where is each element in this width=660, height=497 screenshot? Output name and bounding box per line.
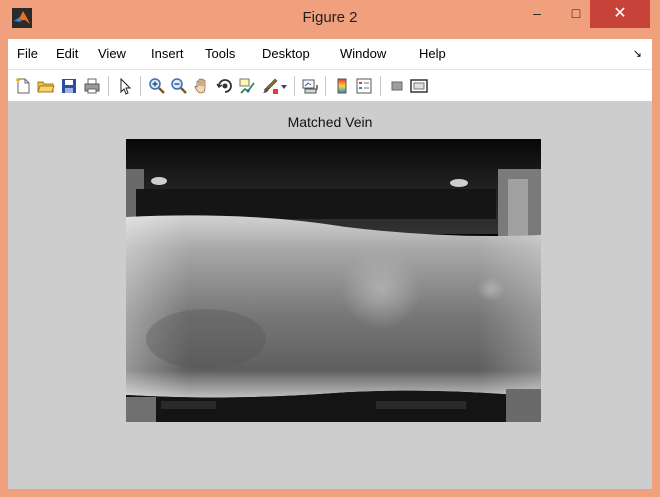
brush-icon[interactable] bbox=[261, 77, 279, 95]
figure-toolbar bbox=[8, 69, 652, 102]
close-button[interactable]: ✕ bbox=[590, 0, 650, 28]
menu-help[interactable]: Help bbox=[419, 46, 446, 61]
link-plot-icon[interactable] bbox=[301, 77, 319, 95]
hide-plot-tools-icon[interactable] bbox=[388, 77, 406, 95]
vein-image-graphic bbox=[126, 139, 541, 422]
toolbar-separator bbox=[294, 76, 295, 96]
minimize-button[interactable]: – bbox=[523, 0, 551, 28]
window-title: Figure 2 bbox=[302, 9, 358, 26]
pan-hand-icon[interactable] bbox=[193, 77, 211, 95]
toolbar-separator bbox=[380, 76, 381, 96]
print-icon[interactable] bbox=[83, 77, 101, 95]
toolbar-separator bbox=[108, 76, 109, 96]
data-cursor-icon[interactable] bbox=[238, 77, 256, 95]
menu-file[interactable]: File bbox=[17, 46, 38, 61]
brush-dropdown-icon[interactable] bbox=[280, 77, 288, 95]
menu-edit[interactable]: Edit bbox=[56, 46, 78, 61]
new-figure-icon[interactable] bbox=[14, 77, 32, 95]
zoom-in-icon[interactable] bbox=[148, 77, 166, 95]
menu-tools[interactable]: Tools bbox=[205, 46, 235, 61]
toolbar-separator bbox=[325, 76, 326, 96]
open-file-icon[interactable] bbox=[37, 77, 55, 95]
zoom-out-icon[interactable] bbox=[170, 77, 188, 95]
figure-canvas: Matched Vein bbox=[8, 102, 652, 489]
vein-image bbox=[126, 139, 541, 422]
rotate-3d-icon[interactable] bbox=[216, 77, 234, 95]
figure-window: Figure 2 – □ ✕ File Edit View Insert Too… bbox=[0, 0, 660, 497]
toolbar-separator bbox=[140, 76, 141, 96]
select-arrow-icon[interactable] bbox=[116, 77, 134, 95]
colorbar-icon[interactable] bbox=[333, 77, 351, 95]
menu-view[interactable]: View bbox=[98, 46, 126, 61]
menu-window[interactable]: Window bbox=[340, 46, 386, 61]
axes-title: Matched Vein bbox=[287, 114, 373, 130]
show-plot-tools-icon[interactable] bbox=[410, 77, 428, 95]
title-bar[interactable]: Figure 2 – □ ✕ bbox=[0, 0, 660, 36]
menu-dock-arrow-icon[interactable]: ↘ bbox=[633, 47, 642, 60]
save-icon[interactable] bbox=[60, 77, 78, 95]
maximize-button[interactable]: □ bbox=[562, 0, 590, 28]
menu-desktop[interactable]: Desktop bbox=[262, 46, 310, 61]
legend-icon[interactable] bbox=[355, 77, 373, 95]
menu-bar: File Edit View Insert Tools Desktop Wind… bbox=[8, 39, 652, 69]
menu-insert[interactable]: Insert bbox=[151, 46, 184, 61]
